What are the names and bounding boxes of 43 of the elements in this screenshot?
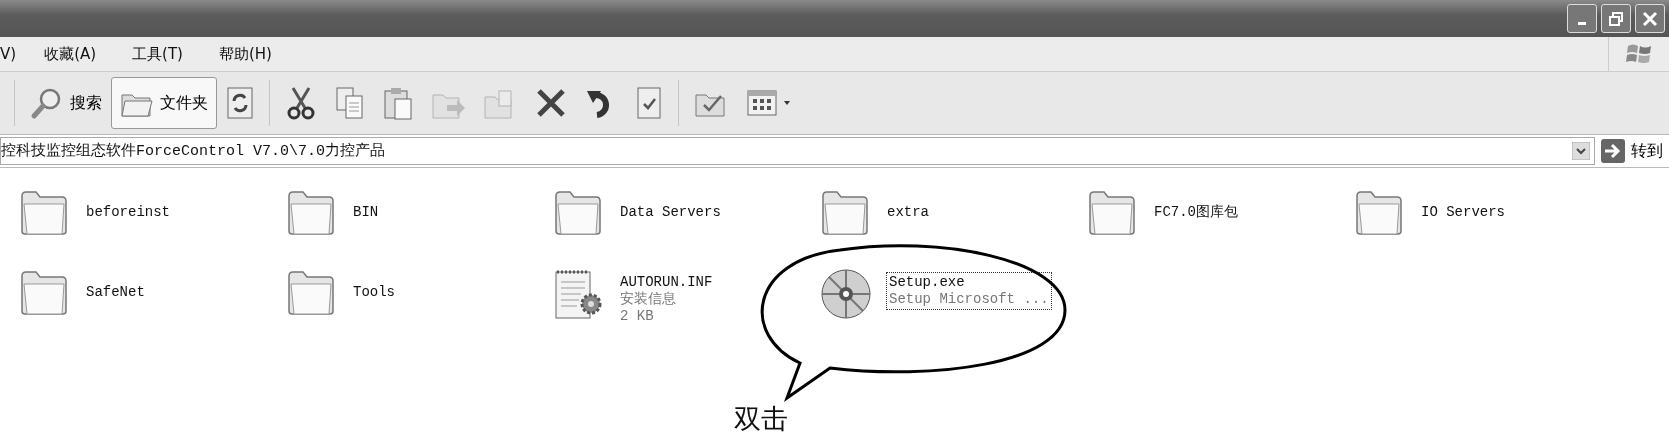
menu-item[interactable]: 工具(T) [132, 42, 183, 66]
disc-icon [820, 268, 872, 320]
file-detail: 2 KB [620, 308, 655, 325]
restore-icon [1608, 10, 1624, 27]
close-icon [1641, 9, 1659, 28]
copy-icon [335, 86, 365, 120]
file-name: AUTORUN.INF [620, 274, 713, 291]
folder-icon [286, 188, 336, 238]
folder-icon [553, 188, 603, 238]
menu-item[interactable]: 帮助(H) [218, 42, 272, 66]
file-detail: 安装信息 [620, 291, 677, 308]
scissors-icon [285, 86, 317, 120]
file-label[interactable]: AUTORUN.INF 安装信息 2 KB [617, 272, 716, 327]
minimize-icon [1578, 22, 1586, 25]
close-button[interactable] [1635, 4, 1665, 33]
address-text: 控科技监控组态软件ForceControl V7.0\7.0力控产品 [1, 141, 387, 162]
folder-icon [286, 268, 336, 318]
search-button[interactable]: 搜索 [21, 77, 111, 129]
restore-button[interactable] [1601, 4, 1631, 33]
folder-icon [1354, 188, 1404, 238]
folders-button[interactable]: 文件夹 [111, 77, 217, 129]
notepad-gear-icon [553, 268, 603, 322]
delete-icon [535, 87, 567, 119]
menu-item[interactable]: 收藏(A) [44, 42, 97, 66]
folder-icon [19, 268, 69, 318]
folder-icon [820, 188, 870, 238]
menu-item[interactable]: V) [0, 42, 17, 66]
file-label[interactable]: Setup.exe Setup Microsoft ... [886, 272, 1052, 310]
callout-text: 双击 [734, 403, 788, 435]
arrow-right-icon [1601, 139, 1625, 163]
go-button[interactable]: 转到 [1595, 139, 1669, 163]
refresh-icon [226, 86, 254, 120]
caret-icon [784, 101, 790, 105]
views-icon [746, 88, 778, 118]
document-check-icon [635, 86, 663, 120]
paste-icon [383, 85, 413, 121]
file-detail: Setup Microsoft ... [889, 291, 1049, 308]
chevron-icon [1572, 141, 1590, 160]
file-name: Setup.exe [889, 274, 966, 291]
folder-icon [1087, 188, 1137, 238]
folder-icon [19, 188, 69, 238]
address-field[interactable]: 控科技监控组态软件ForceControl V7.0\7.0力控产品 [0, 137, 1595, 165]
minimize-button[interactable] [1567, 4, 1597, 33]
